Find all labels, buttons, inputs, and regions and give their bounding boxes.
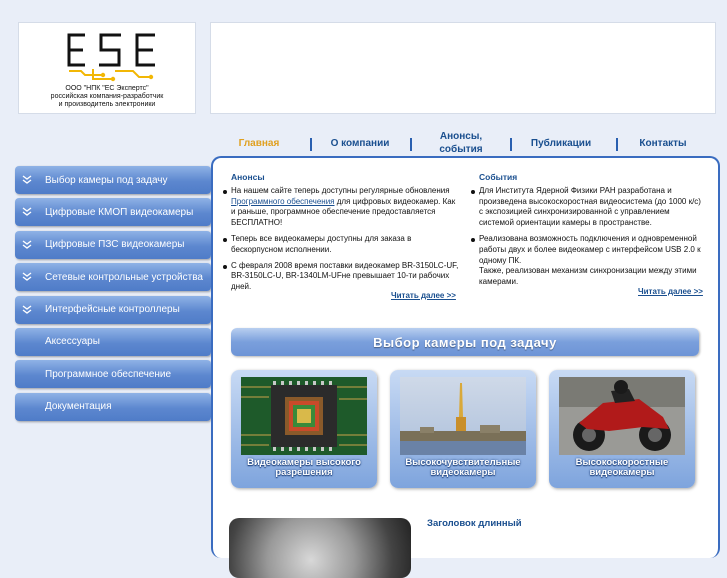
sidebar-item-documentation[interactable]: Документация bbox=[15, 392, 211, 421]
company-name: ООО "НПК "ЕС Экспертс" bbox=[65, 85, 149, 92]
bullet-icon bbox=[471, 189, 475, 194]
nav-separator bbox=[616, 138, 618, 151]
sidebar-item-label: Выбор камеры под задачу bbox=[45, 174, 168, 186]
events-title: События bbox=[479, 172, 518, 182]
sidebar-item-software[interactable]: Программное обеспечение bbox=[15, 360, 211, 389]
announcements-read-more-link[interactable]: Читать далее >> bbox=[391, 291, 456, 300]
sidebar-menu: Выбор камеры под задачу Цифровые КМОП ви… bbox=[15, 166, 211, 425]
top-nav: Главная О компании Анонсы, события Публи… bbox=[210, 128, 714, 158]
article-thumbnail[interactable] bbox=[229, 518, 411, 578]
nav-item-about[interactable]: О компании bbox=[320, 128, 400, 158]
events-column: События Для Института Ядерной Физики РАН… bbox=[471, 172, 704, 293]
camera-selection-header: Выбор камеры под задачу bbox=[231, 328, 699, 356]
sidebar-item-label: Программное обеспечение bbox=[45, 368, 172, 380]
double-chevron-icon bbox=[22, 305, 32, 314]
event-text: Реализована возможность подключения и од… bbox=[479, 233, 701, 265]
sidebar-item-ccd-cameras[interactable]: Цифровые ПЗС видеокамеры bbox=[15, 230, 211, 259]
company-tagline-2: и производитель электроники bbox=[58, 101, 156, 108]
nav-item-publications[interactable]: Публикации bbox=[522, 128, 600, 158]
bullet-icon bbox=[223, 237, 227, 242]
logo-box[interactable]: ООО "НПК "ЕС Экспертс" российская компан… bbox=[18, 22, 196, 114]
card-caption: Высокочувствительные видеокамеры bbox=[405, 457, 521, 478]
sidebar-item-label: Аксессуары bbox=[45, 336, 100, 348]
double-chevron-icon bbox=[22, 240, 32, 249]
sidebar-item-camera-selection[interactable]: Выбор камеры под задачу bbox=[15, 166, 211, 194]
double-chevron-icon bbox=[22, 207, 32, 217]
double-chevron-icon bbox=[22, 272, 32, 282]
article-headline[interactable]: Заголовок длинный bbox=[427, 518, 522, 529]
main-content: Анонсы На нашем сайте теперь доступны ре… bbox=[211, 156, 720, 578]
sidebar-item-label: Сетевые контрольные устройства bbox=[45, 271, 203, 283]
software-link[interactable]: Программного обеспечения bbox=[231, 197, 335, 206]
sidebar-item-label: Интерфейсные контроллеры bbox=[45, 304, 180, 316]
company-tagline-1: российская компания-разработчик bbox=[50, 93, 164, 100]
motorcycle-image bbox=[559, 377, 685, 455]
announcements-column: Анонсы На нашем сайте теперь доступны ре… bbox=[223, 172, 461, 298]
card-caption: Видеокамеры высокого разрешения bbox=[247, 457, 361, 478]
sidebar-item-accessories[interactable]: Аксессуары bbox=[15, 327, 211, 356]
announcement-text: На нашем сайте теперь доступны регулярны… bbox=[231, 185, 450, 195]
sidebar-item-label: Цифровые ПЗС видеокамеры bbox=[45, 239, 185, 251]
card-caption: Высокоскоростные видеокамеры bbox=[575, 457, 669, 478]
sidebar-item-cmos-cameras[interactable]: Цифровые КМОП видеокамеры bbox=[15, 198, 211, 227]
nav-separator bbox=[310, 138, 312, 151]
event-text: Также, реализован механизм синхронизации… bbox=[479, 266, 697, 287]
list-item: С февраля 2008 время поставки видеокамер… bbox=[223, 260, 461, 293]
nav-separator bbox=[510, 138, 512, 151]
announcement-text: С февраля 2008 время поставки видеокамер… bbox=[231, 260, 459, 292]
chip-image bbox=[241, 377, 367, 455]
sidebar-item-interface-controllers[interactable]: Интерфейсные контроллеры bbox=[15, 295, 211, 324]
nav-item-news[interactable]: Анонсы, события bbox=[428, 128, 494, 158]
list-item: На нашем сайте теперь доступны регулярны… bbox=[223, 185, 461, 229]
bullet-icon bbox=[471, 237, 475, 242]
card-high-resolution[interactable]: Видеокамеры высокого разрешения bbox=[231, 370, 377, 488]
card-high-speed[interactable]: Высокоскоростные видеокамеры bbox=[549, 370, 695, 488]
announcement-text: Теперь все видеокамеры доступны для зака… bbox=[231, 233, 412, 254]
list-item: Для Института Ядерной Физики РАН разрабо… bbox=[471, 185, 704, 229]
nav-separator bbox=[410, 138, 412, 151]
nav-item-contacts[interactable]: Контакты bbox=[628, 128, 698, 158]
bullet-icon bbox=[223, 264, 227, 269]
events-read-more-link[interactable]: Читать далее >> bbox=[638, 287, 703, 296]
sidebar-item-network-devices[interactable]: Сетевые контрольные устройства bbox=[15, 263, 211, 292]
header-banner bbox=[210, 22, 716, 114]
double-chevron-icon bbox=[22, 175, 32, 184]
sidebar-item-label: Документация bbox=[45, 401, 112, 413]
sidebar-item-label: Цифровые КМОП видеокамеры bbox=[45, 206, 194, 218]
ese-logo-icon bbox=[67, 33, 155, 82]
card-high-sensitivity[interactable]: Высокочувствительные видеокамеры bbox=[390, 370, 536, 488]
event-text: Для Института Ядерной Физики РАН разрабо… bbox=[479, 185, 701, 228]
list-item: Реализована возможность подключения и од… bbox=[471, 233, 704, 288]
fortress-image bbox=[400, 377, 526, 455]
nav-item-home[interactable]: Главная bbox=[228, 128, 290, 158]
bullet-icon bbox=[223, 189, 227, 194]
list-item: Теперь все видеокамеры доступны для зака… bbox=[223, 233, 461, 256]
announcements-title: Анонсы bbox=[231, 172, 265, 182]
